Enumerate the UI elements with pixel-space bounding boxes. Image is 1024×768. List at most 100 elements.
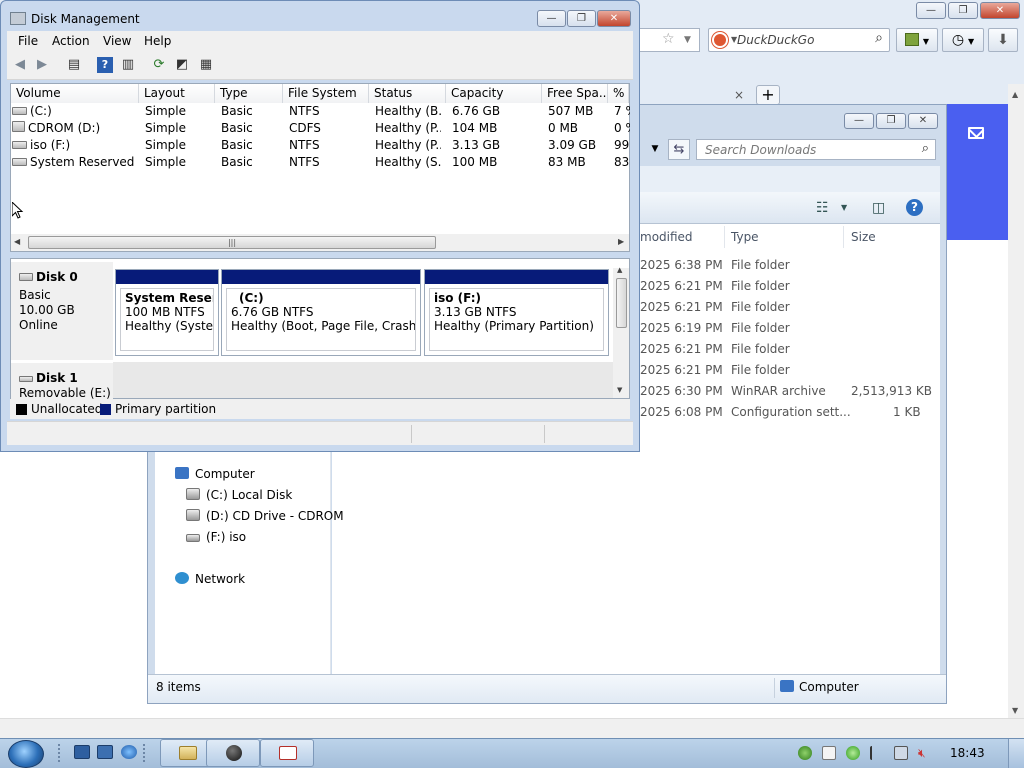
table-row[interactable]: 2025 6:38 PM File folder bbox=[640, 255, 940, 276]
browser-minimize-button[interactable]: — bbox=[916, 2, 946, 19]
dm-maximize-button[interactable]: ❐ bbox=[567, 10, 596, 27]
scroll-right-icon[interactable]: ▶ bbox=[618, 237, 624, 246]
show-hide-tree-icon[interactable]: ▤ bbox=[66, 57, 82, 73]
explorer-maximize-button[interactable]: ❐ bbox=[876, 113, 906, 129]
scroll-left-icon[interactable]: ◀ bbox=[14, 237, 20, 246]
scroll-up-icon[interactable]: ▲ bbox=[1012, 90, 1018, 99]
downloads-button[interactable]: ⬇ bbox=[988, 28, 1018, 52]
menu-file[interactable]: File bbox=[18, 34, 38, 48]
view-options-icon[interactable]: ☷ bbox=[816, 200, 829, 216]
menu-action[interactable]: Action bbox=[52, 34, 90, 48]
taskbar-browser-button[interactable] bbox=[206, 739, 260, 767]
refresh-icon[interactable]: ⟳ bbox=[151, 57, 167, 73]
explorer-search-input[interactable]: Search Downloads ⌕ bbox=[696, 139, 936, 160]
show-desktop-icon[interactable] bbox=[74, 745, 90, 759]
history-button[interactable]: ◷ ▼ bbox=[942, 28, 984, 52]
taskbar-clock[interactable]: 18:43 bbox=[950, 746, 985, 760]
table-row[interactable]: 2025 6:21 PM File folder bbox=[640, 276, 940, 297]
mail-icon[interactable] bbox=[968, 127, 984, 139]
column-header-file-system[interactable]: File System bbox=[283, 84, 369, 103]
column-header-modified[interactable]: modified bbox=[640, 230, 693, 244]
column-header-free-space[interactable]: Free Spa... bbox=[542, 84, 608, 103]
partition-f[interactable]: iso (F:) 3.13 GB NTFS Healthy (Primary P… bbox=[424, 269, 609, 356]
switch-windows-icon[interactable] bbox=[97, 745, 113, 759]
table-row[interactable]: 2025 6:21 PM File folder bbox=[640, 339, 940, 360]
volume-layout: Simple bbox=[145, 138, 186, 152]
nav-item-drive-d[interactable]: (D:) CD Drive - CDROM bbox=[186, 509, 344, 523]
browser-vertical-scrollbar[interactable] bbox=[1008, 84, 1024, 718]
bookmarks-button[interactable]: ▼ bbox=[896, 28, 938, 52]
partition-system-reserved[interactable]: System Reserve 100 MB NTFS Healthy (Syst… bbox=[115, 269, 219, 356]
column-header-type[interactable]: Type bbox=[215, 84, 283, 103]
column-header-layout[interactable]: Layout bbox=[139, 84, 215, 103]
explorer-close-button[interactable]: ✕ bbox=[908, 113, 938, 129]
disk-0-label[interactable]: Disk 0 Basic 10.00 GB Online bbox=[11, 262, 113, 360]
properties-icon[interactable]: ▦ bbox=[198, 57, 214, 73]
bookmark-star-icon[interactable]: ☆ bbox=[662, 31, 675, 47]
nav-item-drive-f[interactable]: (F:) iso bbox=[186, 530, 246, 544]
back-arrow-icon[interactable]: ◀ bbox=[12, 57, 28, 73]
show-desktop-button[interactable] bbox=[1008, 739, 1024, 768]
column-header-status[interactable]: Status bbox=[369, 84, 446, 103]
address-dropdown-icon[interactable]: ▼ bbox=[646, 139, 664, 160]
network-status-icon[interactable] bbox=[798, 746, 812, 760]
rescan-disks-icon[interactable]: ◩ bbox=[174, 57, 190, 73]
refresh-button[interactable]: ⇆ bbox=[668, 139, 690, 160]
scroll-down-icon[interactable]: ▼ bbox=[1012, 706, 1018, 715]
taskbar-disk-management-button[interactable] bbox=[260, 739, 314, 767]
browser-close-button[interactable]: ✕ bbox=[980, 2, 1020, 19]
url-dropdown-icon[interactable]: ▼ bbox=[684, 35, 691, 45]
nav-item-network[interactable]: Network bbox=[175, 572, 245, 586]
scroll-down-icon[interactable]: ▼ bbox=[617, 386, 622, 394]
search-engine-dropdown-icon[interactable]: ▼ bbox=[731, 35, 737, 44]
explorer-minimize-button[interactable]: — bbox=[844, 113, 874, 129]
security-icon[interactable] bbox=[846, 746, 860, 760]
scrollbar-thumb[interactable] bbox=[616, 278, 627, 328]
browser-maximize-button[interactable]: ❐ bbox=[948, 2, 978, 19]
dm-close-button[interactable]: ✕ bbox=[597, 10, 631, 27]
search-icon[interactable]: ⌕ bbox=[875, 30, 883, 46]
table-row[interactable]: 2025 6:21 PM File folder bbox=[640, 360, 940, 381]
menu-view[interactable]: View bbox=[103, 34, 131, 48]
properties-pane-icon[interactable]: ▥ bbox=[120, 57, 136, 73]
volume-type: Basic bbox=[221, 138, 253, 152]
partition-c[interactable]: (C:) 6.76 GB NTFS Healthy (Boot, Page Fi… bbox=[221, 269, 421, 356]
table-row[interactable]: 2025 6:08 PM Configuration sett... 1 KB bbox=[640, 402, 940, 423]
clipboard-icon[interactable] bbox=[822, 746, 836, 760]
nav-item-drive-c[interactable]: (C:) Local Disk bbox=[186, 488, 292, 502]
table-row[interactable]: 2025 6:30 PM WinRAR archive 2,513,913 KB bbox=[640, 381, 940, 402]
table-row[interactable]: 2025 6:19 PM File folder bbox=[640, 318, 940, 339]
help-icon[interactable]: ? bbox=[906, 199, 923, 216]
scroll-up-icon[interactable]: ▲ bbox=[617, 266, 622, 274]
browser-url-bar[interactable]: ☆ ▼ bbox=[640, 28, 700, 52]
internet-explorer-icon[interactable] bbox=[121, 745, 137, 759]
volume-muted-icon[interactable]: 🔇︎ bbox=[918, 746, 932, 760]
column-header-volume[interactable]: Volume bbox=[11, 84, 139, 103]
search-icon[interactable]: ⌕ bbox=[922, 141, 929, 156]
network-icon[interactable] bbox=[894, 746, 908, 760]
preview-pane-icon[interactable]: ◫ bbox=[872, 200, 885, 216]
browser-horizontal-scrollbar[interactable] bbox=[0, 718, 1024, 738]
disk-1-label[interactable]: Disk 1 Removable (E:) bbox=[11, 363, 113, 400]
file-type: WinRAR archive bbox=[731, 384, 826, 398]
help-icon[interactable]: ? bbox=[97, 57, 113, 73]
partition-color-bar bbox=[116, 270, 218, 284]
column-header-size[interactable]: Size bbox=[851, 230, 876, 244]
start-button[interactable] bbox=[8, 740, 44, 768]
action-center-flag-icon[interactable] bbox=[870, 746, 884, 760]
drive-icon bbox=[12, 158, 27, 166]
forward-arrow-icon[interactable]: ▶ bbox=[34, 57, 50, 73]
tab-close-icon[interactable]: × bbox=[734, 88, 744, 102]
nav-item-computer[interactable]: Computer bbox=[175, 467, 255, 481]
scrollbar-thumb[interactable]: ||| bbox=[28, 236, 436, 249]
duckduckgo-icon bbox=[712, 32, 728, 48]
menu-help[interactable]: Help bbox=[144, 34, 171, 48]
table-row[interactable]: 2025 6:21 PM File folder bbox=[640, 297, 940, 318]
column-divider bbox=[843, 226, 844, 248]
new-tab-button[interactable]: + bbox=[756, 85, 780, 105]
column-header-capacity[interactable]: Capacity bbox=[446, 84, 542, 103]
dm-minimize-button[interactable]: — bbox=[537, 10, 566, 27]
column-header-percent-free[interactable]: % F bbox=[608, 84, 629, 103]
column-header-type[interactable]: Type bbox=[731, 230, 759, 244]
chevron-down-icon[interactable]: ▼ bbox=[841, 203, 847, 212]
